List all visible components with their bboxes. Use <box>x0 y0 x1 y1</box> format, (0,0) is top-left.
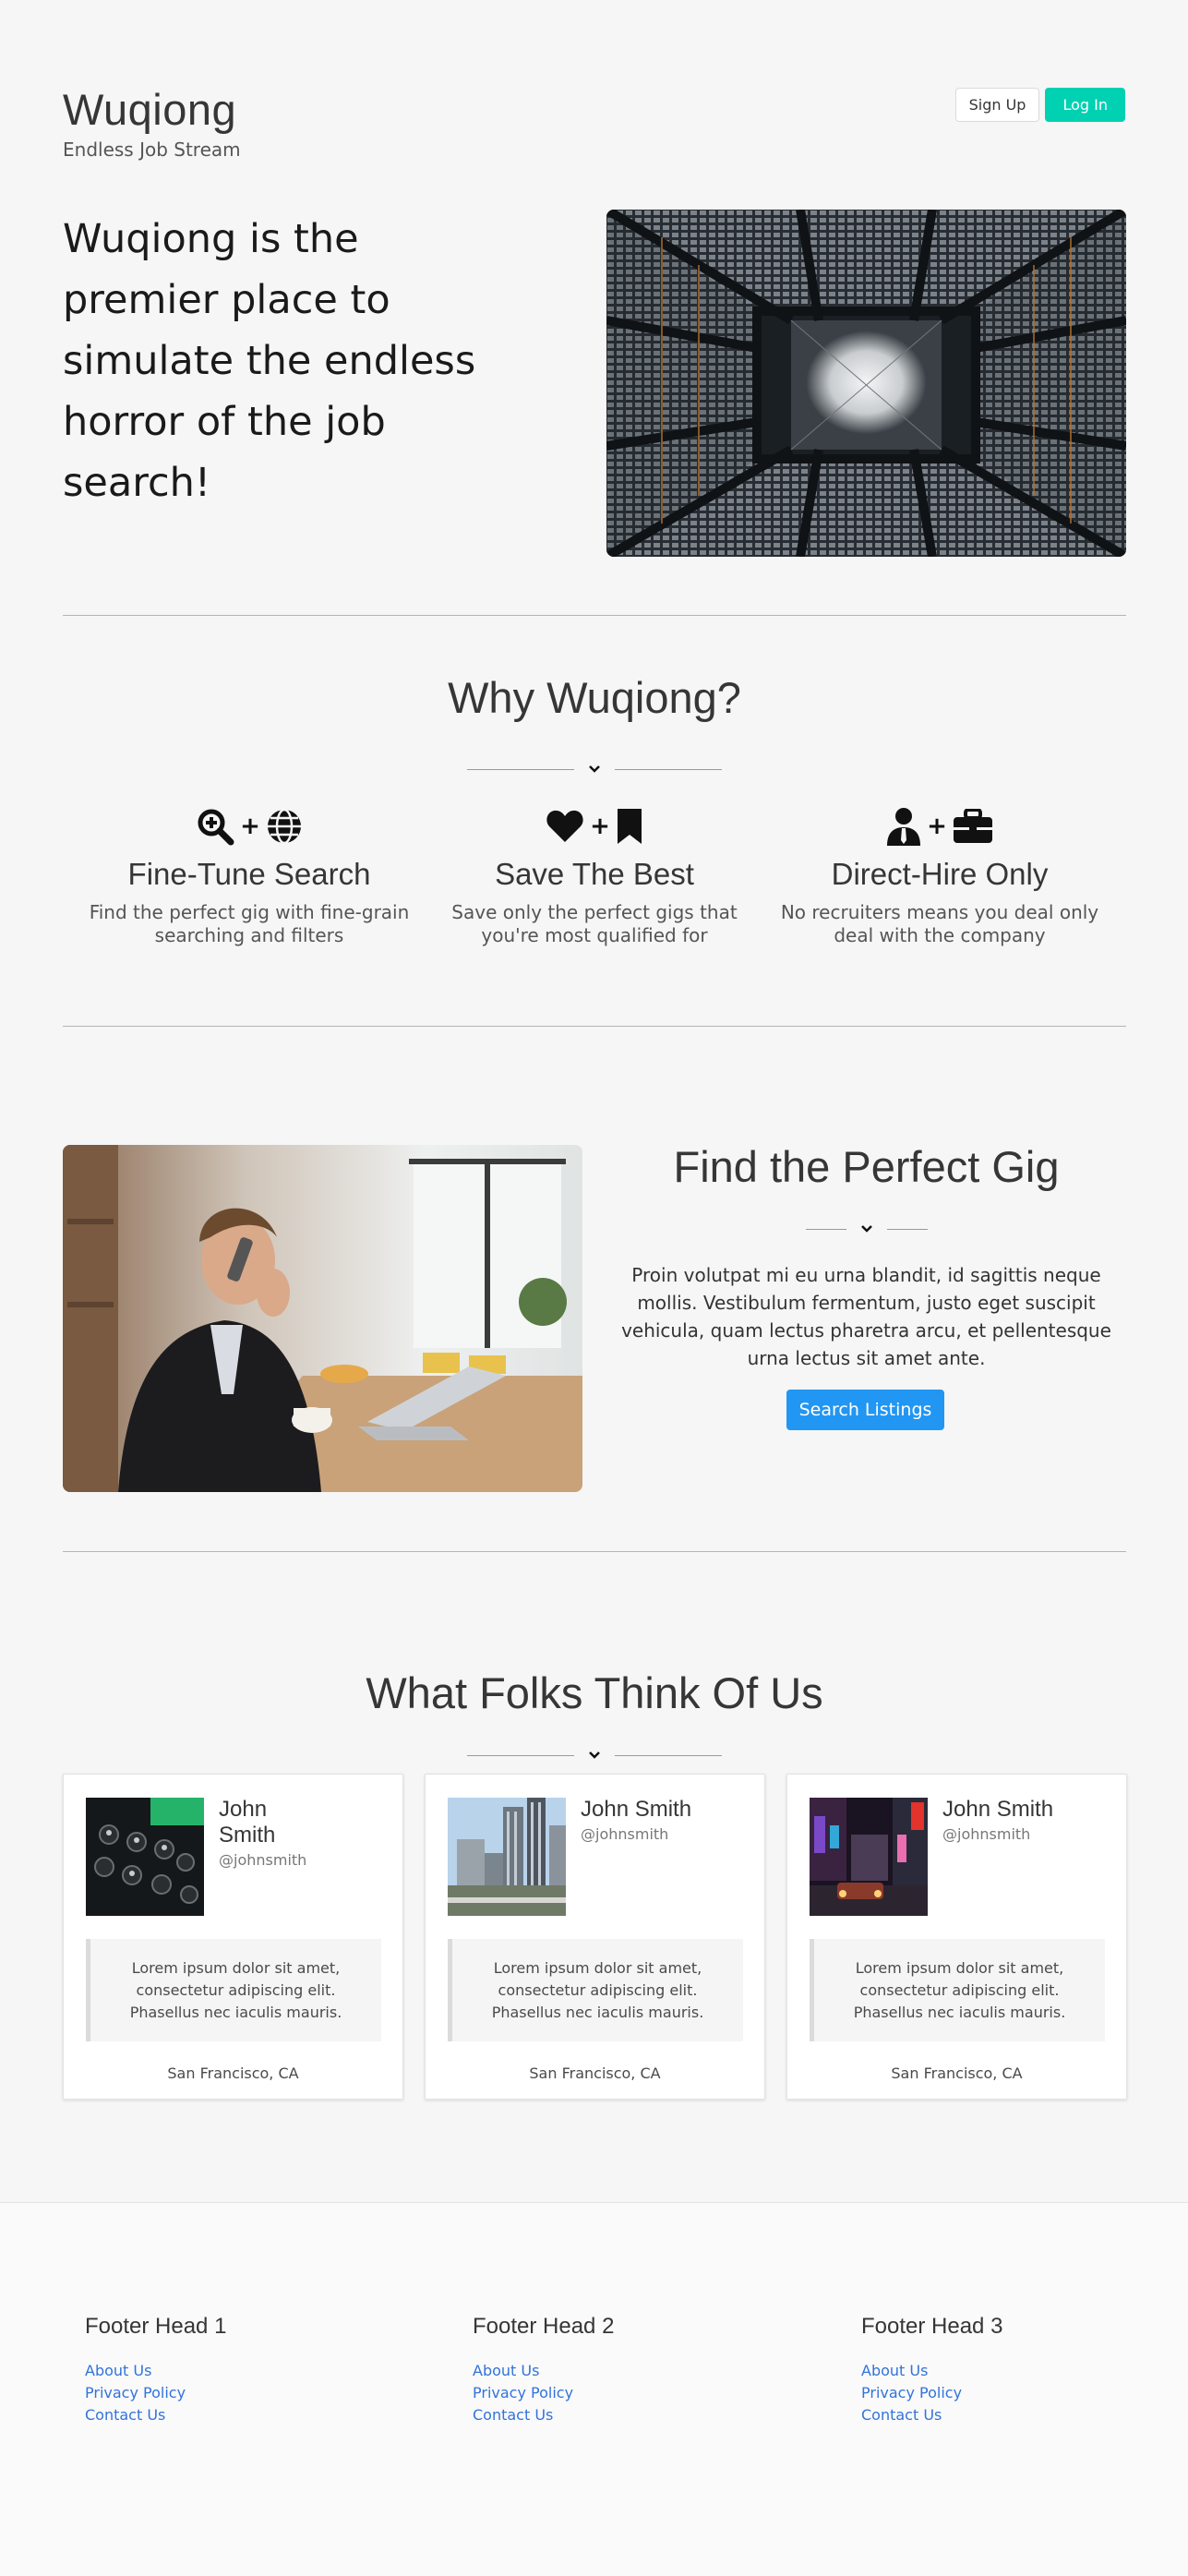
section-divider <box>63 1551 1126 1552</box>
log-in-button[interactable]: Log In <box>1045 88 1125 122</box>
footer-link-contact-us[interactable]: Contact Us <box>473 2404 614 2426</box>
testimonial-photo-city <box>448 1798 566 1916</box>
user-tie-icon <box>887 808 921 846</box>
footer: Footer Head 1 About Us Privacy Policy Co… <box>0 2202 1188 2576</box>
chevron-down-icon <box>588 1751 600 1759</box>
search-listings-button[interactable]: Search Listings <box>786 1390 944 1430</box>
hero-image-building-atrium <box>606 210 1126 557</box>
title-underline <box>466 762 722 776</box>
reviewer-name: John Smith @johnsmith <box>219 1797 376 1871</box>
reviewer-name: John Smith @johnsmith <box>581 1797 738 1845</box>
gig-title: Find the Perfect Gig <box>673 1142 1060 1191</box>
reviewer-name: John Smith @johnsmith <box>942 1797 1099 1845</box>
search-plus-icon <box>198 809 234 846</box>
reviewer-handle[interactable]: @johnsmith <box>942 1824 1099 1845</box>
testimonial-card: John Smith @johnsmith Lorem ipsum dolor … <box>63 1774 403 2100</box>
footer-heading: Footer Head 1 <box>85 2314 227 2339</box>
bookmark-icon <box>617 809 642 844</box>
brand-title[interactable]: Wuqiong <box>63 88 241 131</box>
heart-icon <box>546 810 583 842</box>
feature-text: No recruiters means you deal only deal w… <box>780 901 1099 946</box>
briefcase-icon <box>953 809 992 843</box>
testimonial-card: John Smith @johnsmith Lorem ipsum dolor … <box>425 1774 765 2100</box>
footer-heading: Footer Head 2 <box>473 2314 615 2339</box>
testimonial-quote: Lorem ipsum dolor sit amet, consectetur … <box>448 1939 743 2041</box>
footer-column-2: Footer Head 2 About Us Privacy Policy Co… <box>473 2314 614 2426</box>
testimonial-photo-night-street <box>810 1798 928 1916</box>
footer-heading: Footer Head 3 <box>861 2314 1003 2339</box>
reviewer-handle[interactable]: @johnsmith <box>581 1824 738 1845</box>
section-divider <box>63 615 1126 616</box>
chevron-down-icon <box>860 1225 872 1233</box>
testimonial-card: John Smith @johnsmith Lorem ipsum dolor … <box>786 1774 1127 2100</box>
footer-link-contact-us[interactable]: Contact Us <box>85 2404 226 2426</box>
feature-direct-hire-only: + Direct-Hire Only No recruiters means y… <box>774 805 1106 947</box>
title-underline <box>805 1222 928 1236</box>
footer-link-contact-us[interactable]: Contact Us <box>861 2404 1002 2426</box>
feature-title: Fine-Tune Search <box>127 857 371 891</box>
why-title: Why Wuqiong? <box>448 673 741 722</box>
feature-title: Direct-Hire Only <box>831 857 1049 891</box>
reviewer-name-text: John Smith <box>581 1797 692 1822</box>
reviewer-location: San Francisco, CA <box>167 2064 299 2082</box>
plus-sign: + <box>927 813 947 840</box>
footer-link-privacy-policy[interactable]: Privacy Policy <box>473 2382 614 2404</box>
footer-column-3: Footer Head 3 About Us Privacy Policy Co… <box>861 2314 1002 2426</box>
chevron-down-icon <box>588 765 600 773</box>
reviewer-handle[interactable]: @johnsmith <box>219 1850 376 1871</box>
testimonial-quote: Lorem ipsum dolor sit amet, consectetur … <box>810 1939 1105 2041</box>
section-divider <box>63 1026 1126 1027</box>
reviewer-name-text: John Smith <box>219 1797 276 1848</box>
feature-title: Save The Best <box>495 857 694 891</box>
footer-link-privacy-policy[interactable]: Privacy Policy <box>861 2382 1002 2404</box>
testimonials-title: What Folks Think Of Us <box>366 1668 823 1717</box>
footer-column-1: Footer Head 1 About Us Privacy Policy Co… <box>85 2314 226 2426</box>
reviewer-location: San Francisco, CA <box>891 2064 1023 2082</box>
feature-text: Save only the perfect gigs that you're m… <box>451 901 738 946</box>
footer-link-privacy-policy[interactable]: Privacy Policy <box>85 2382 226 2404</box>
footer-link-about-us[interactable]: About Us <box>85 2360 226 2382</box>
testimonial-photo-mixer <box>86 1798 204 1916</box>
feature-text: Find the perfect gig with fine-grain sea… <box>89 901 410 946</box>
globe-icon <box>267 808 301 845</box>
footer-link-about-us[interactable]: About Us <box>861 2360 1002 2382</box>
feature-save-the-best: + Save The Best Save only the perfect gi… <box>428 805 761 947</box>
hero-headline: Wuqiong is the premier place to simulate… <box>63 216 476 506</box>
reviewer-location: San Francisco, CA <box>529 2064 661 2082</box>
gig-description: Proin volutpat mi eu urna blandit, id sa… <box>621 1264 1111 1369</box>
brand-subtitle: Endless Job Stream <box>63 138 241 161</box>
testimonial-quote: Lorem ipsum dolor sit amet, consectetur … <box>86 1939 381 2041</box>
title-underline <box>466 1748 722 1763</box>
brand: Wuqiong Endless Job Stream <box>63 88 241 161</box>
auth-buttons: Sign Up Log In <box>954 88 1125 122</box>
gig-image-man-on-phone <box>63 1145 582 1492</box>
footer-link-about-us[interactable]: About Us <box>473 2360 614 2382</box>
sign-up-button[interactable]: Sign Up <box>954 88 1040 122</box>
plus-sign: + <box>590 813 610 840</box>
reviewer-name-text: John Smith <box>942 1797 1054 1822</box>
plus-sign: + <box>240 813 260 840</box>
feature-fine-tune-search: + Fine-Tune Search Find the perfect gig … <box>83 805 415 947</box>
